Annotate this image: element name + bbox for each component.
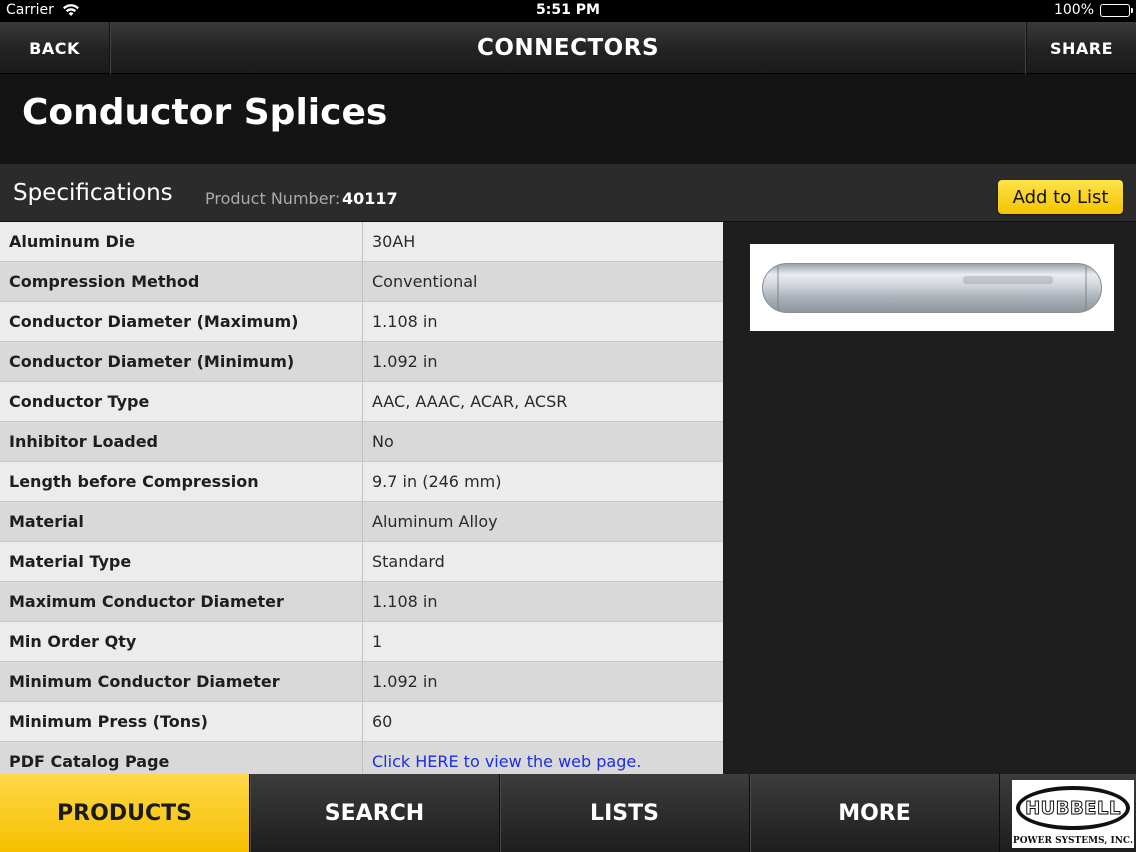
product-image[interactable] xyxy=(750,244,1114,331)
spec-name: Conductor Diameter (Maximum) xyxy=(0,302,363,341)
tab-bar: PRODUCTS SEARCH LISTS MORE HUBBELL POWER… xyxy=(0,774,1136,852)
pdf-catalog-link[interactable]: Click HERE to view the web page. xyxy=(363,742,723,774)
spec-row: Min Order Qty 1 xyxy=(0,622,723,662)
spec-row: Minimum Conductor Diameter 1.092 in xyxy=(0,662,723,702)
spec-name: Maximum Conductor Diameter xyxy=(0,582,363,621)
spec-name: Minimum Press (Tons) xyxy=(0,702,363,741)
spec-row: Conductor Diameter (Minimum) 1.092 in xyxy=(0,342,723,382)
spec-row: Conductor Type AAC, AAAC, ACAR, ACSR xyxy=(0,382,723,422)
logo-card: HUBBELL POWER SYSTEMS, INC. xyxy=(1012,780,1134,848)
product-number-label: Product Number: xyxy=(205,189,341,208)
spec-name: Material Type xyxy=(0,542,363,581)
tab-products[interactable]: PRODUCTS xyxy=(0,774,250,852)
spec-value: 1 xyxy=(372,632,383,651)
tab-search[interactable]: SEARCH xyxy=(250,774,500,852)
title-band: Conductor Splices xyxy=(0,74,1136,164)
spec-value: 1.092 in xyxy=(372,672,438,691)
navigation-bar: CONNECTORS BACK SHARE xyxy=(0,22,1136,74)
add-to-list-button[interactable]: Add to List xyxy=(998,180,1123,214)
specifications-header: Specifications Product Number: 40117 Add… xyxy=(0,164,1136,222)
splice-sleeve-image xyxy=(762,263,1102,313)
battery-icon xyxy=(1100,3,1133,17)
spec-name: Material xyxy=(0,502,363,541)
spec-name: Min Order Qty xyxy=(0,622,363,661)
spec-name: PDF Catalog Page xyxy=(0,742,363,774)
spec-value: 30AH xyxy=(372,232,416,251)
spec-value: AAC, AAAC, ACAR, ACSR xyxy=(372,392,568,411)
page-title: Conductor Splices xyxy=(22,92,388,133)
back-button[interactable]: BACK xyxy=(0,22,110,74)
spec-name: Length before Compression xyxy=(0,462,363,501)
specifications-title: Specifications xyxy=(13,180,173,206)
spec-row: Length before Compression 9.7 in (246 mm… xyxy=(0,462,723,502)
status-time: 5:51 PM xyxy=(536,2,600,18)
spec-value: 1.108 in xyxy=(372,592,438,611)
spec-row: Minimum Press (Tons) 60 xyxy=(0,702,723,742)
hubbell-logo[interactable]: HUBBELL POWER SYSTEMS, INC. xyxy=(1000,774,1136,852)
spec-row: PDF Catalog Page Click HERE to view the … xyxy=(0,742,723,774)
spec-name: Aluminum Die xyxy=(0,222,363,261)
logo-oval: HUBBELL xyxy=(1016,786,1130,830)
spec-name: Inhibitor Loaded xyxy=(0,422,363,461)
spec-name: Minimum Conductor Diameter xyxy=(0,662,363,701)
product-image-panel xyxy=(723,222,1136,774)
spec-value: No xyxy=(372,432,394,451)
battery-percent: 100% xyxy=(1053,2,1094,18)
spec-row: Inhibitor Loaded No xyxy=(0,422,723,462)
spec-name: Compression Method xyxy=(0,262,363,301)
spec-value: Conventional xyxy=(372,272,478,291)
spec-row: Aluminum Die 30AH xyxy=(0,222,723,262)
spec-value: 60 xyxy=(372,712,393,731)
specifications-table[interactable]: Aluminum Die 30AH Compression Method Con… xyxy=(0,222,723,774)
share-button[interactable]: SHARE xyxy=(1026,22,1136,74)
status-bar: Carrier 5:51 PM 100% xyxy=(0,0,1136,22)
spec-row: Conductor Diameter (Maximum) 1.108 in xyxy=(0,302,723,342)
spec-value: Standard xyxy=(372,552,445,571)
battery-indicator: 100% xyxy=(1053,2,1133,18)
spec-name: Conductor Diameter (Minimum) xyxy=(0,342,363,381)
spec-value: 1.108 in xyxy=(372,312,438,331)
spec-value: 1.092 in xyxy=(372,352,438,371)
spec-name: Conductor Type xyxy=(0,382,363,421)
product-number-value: 40117 xyxy=(342,189,398,208)
spec-value: Aluminum Alloy xyxy=(372,512,498,531)
tab-lists[interactable]: LISTS xyxy=(500,774,750,852)
logo-name: HUBBELL xyxy=(1025,797,1121,819)
tab-more[interactable]: MORE xyxy=(750,774,1000,852)
spec-value: 9.7 in (246 mm) xyxy=(372,472,502,491)
spec-row: Material Aluminum Alloy xyxy=(0,502,723,542)
spec-row: Compression Method Conventional xyxy=(0,262,723,302)
nav-title: CONNECTORS xyxy=(476,35,660,61)
spec-row: Maximum Conductor Diameter 1.108 in xyxy=(0,582,723,622)
spec-row: Material Type Standard xyxy=(0,542,723,582)
logo-subtitle: POWER SYSTEMS, INC. xyxy=(1012,836,1134,846)
